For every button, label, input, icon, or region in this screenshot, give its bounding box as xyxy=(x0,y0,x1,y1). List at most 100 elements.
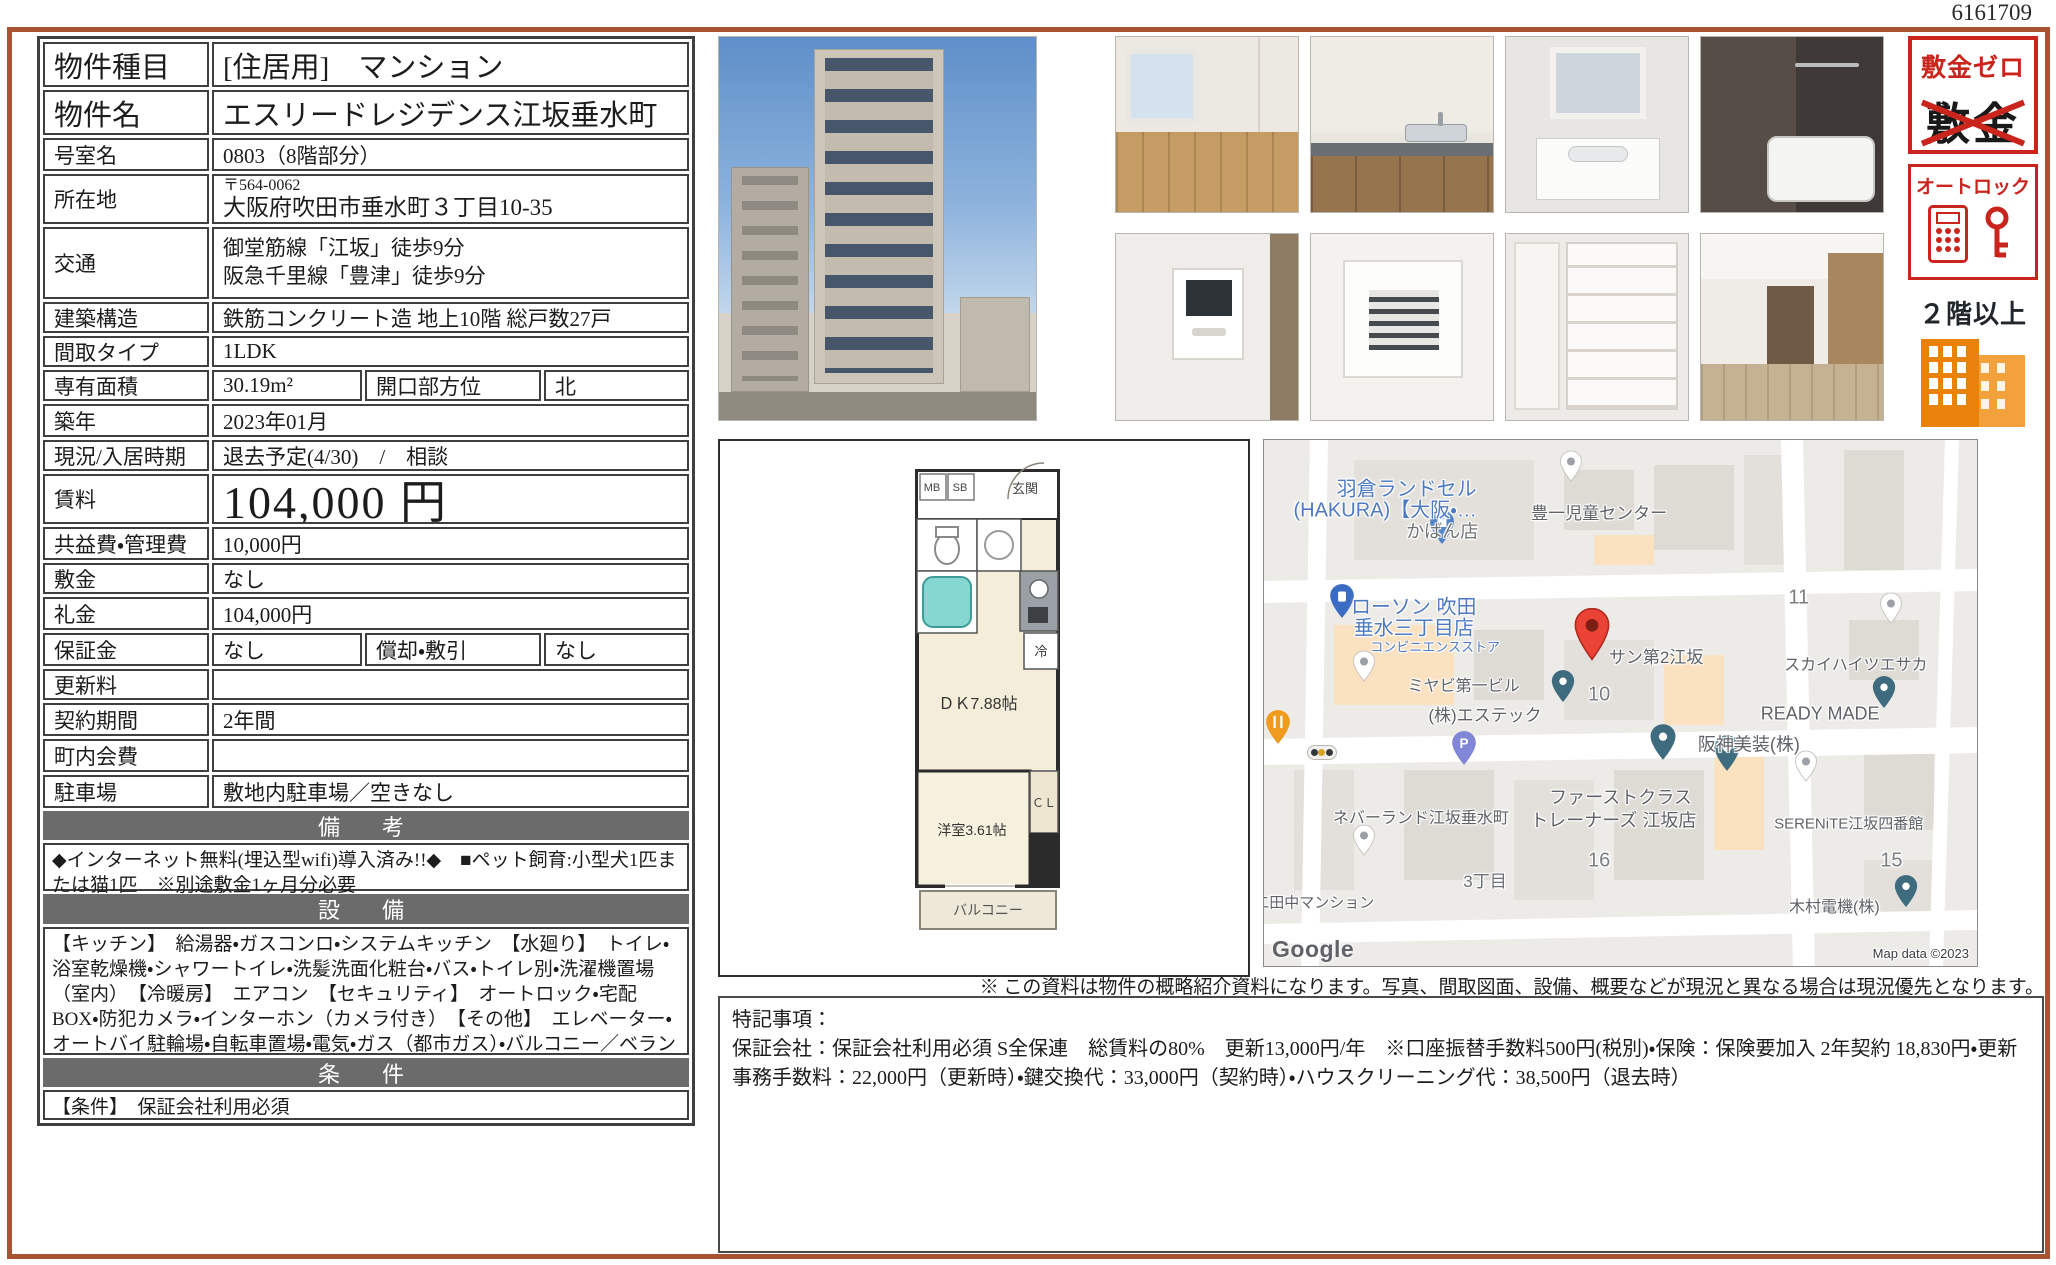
document-number: 6161709 xyxy=(1952,0,2033,26)
badge-autolock: オートロック xyxy=(1908,164,2038,280)
row-renewal-label: 更新料 xyxy=(43,669,209,700)
key-icon xyxy=(1976,205,2018,263)
map-label-lawson2: 垂水三丁目店 xyxy=(1354,618,1474,641)
access-line-1: 御堂筋線「江坂」徒歩9分 xyxy=(223,234,465,262)
map-label-ready-made: READY MADE xyxy=(1761,703,1880,724)
table-row: 更新料 xyxy=(43,669,689,700)
table-row: 共益費・管理費 10,000円 xyxy=(43,527,689,560)
special-notes-heading: 特記事項： xyxy=(732,1006,2030,1035)
map-label-san2: サン第2江坂 xyxy=(1609,649,1703,669)
map-label-serenite: SERENiTE江坂四番館 xyxy=(1774,815,1923,832)
business-pin xyxy=(1893,874,1919,913)
map-label-estech: (株)エステック xyxy=(1428,706,1541,726)
table-row: 賃料 104,000 円 xyxy=(43,474,689,524)
row-room-label: 号室名 xyxy=(43,138,209,171)
photo-hallway xyxy=(1700,233,1884,421)
svg-text:SB: SB xyxy=(953,482,968,494)
row-address-value: 〒564-0062 大阪府吹田市垂水町３丁目10-35 xyxy=(212,174,689,224)
photo-intercom-monitor xyxy=(1115,233,1299,421)
row-renewal-value xyxy=(212,669,689,700)
equipment-text: 【キッチン】 給湯器・ガスコンロ・システムキッチン 【水廻り】 トイレ・浴室乾燥… xyxy=(43,927,689,1055)
row-status-label: 現況/入居時期 xyxy=(43,440,209,471)
property-location-marker xyxy=(1573,607,1611,666)
table-row: 間取タイプ 1LDK xyxy=(43,336,689,367)
map-label-hakura: 羽倉ランドセル xyxy=(1337,478,1477,501)
row-rent-value: 104,000 円 xyxy=(212,474,689,524)
row-fees-value: 10,000円 xyxy=(212,527,689,560)
intercom-panel-icon xyxy=(1928,205,1968,263)
row-structure-label: 建築構造 xyxy=(43,302,209,333)
poi-pin xyxy=(1879,592,1903,629)
row-parking-label: 駐車場 xyxy=(43,775,209,808)
row-deposit-value: なし xyxy=(212,563,689,594)
map-label-hakura2: (HAKURA)【大阪・… xyxy=(1293,500,1476,523)
building-right xyxy=(960,297,1030,392)
disclaimer-note: ※ この資料は物件の概略紹介資料になります。写真、間取図面、設備、概要などが現況… xyxy=(718,972,2044,999)
location-map: P 羽倉ランドセル (HAKURA)【大阪・… かばん店 豊一児童センター 11… xyxy=(1263,439,1978,967)
map-block-number: 11 xyxy=(1788,586,1809,609)
row-address-label: 所在地 xyxy=(43,174,209,224)
table-row: 築年 2023年01月 xyxy=(43,404,689,437)
map-label-firstclass2: トレーナーズ 江坂店 xyxy=(1530,811,1696,832)
map-attribution: Map data ©2023 xyxy=(1873,947,1969,962)
map-label-kimura: 木村電機(株) xyxy=(1789,899,1880,917)
photo-washbasin xyxy=(1505,36,1689,213)
row-contract-label: 契約期間 xyxy=(43,703,209,736)
photo-building-exterior xyxy=(718,36,1037,421)
table-row: 物件名 エスリードレジデンス江坂垂水町 xyxy=(43,90,689,135)
table-row: 保証金 なし 償却・敷引 なし xyxy=(43,633,689,666)
map-label-chome: 3丁目 xyxy=(1463,872,1506,892)
row-structure-value: 鉄筋コンクリート造 地上10階 総戸数27戸 xyxy=(212,302,689,333)
photo-grid xyxy=(1115,36,1887,421)
conditions-header: 条 件 xyxy=(43,1058,689,1087)
street-ground xyxy=(719,392,1036,420)
map-label-lawson3: コンビニエンスストア xyxy=(1370,640,1500,655)
row-rent-label: 賃料 xyxy=(43,474,209,524)
table-row: 礼金 104,000円 xyxy=(43,597,689,630)
google-logo: Google xyxy=(1272,936,1354,962)
map-label-sky-heights: スカイハイツエサカ xyxy=(1784,657,1927,675)
equipment-header: 設 備 xyxy=(43,894,689,924)
row-area-value: 30.19m² xyxy=(212,370,362,401)
photo-kitchen xyxy=(1310,36,1494,213)
row-type-label: 物件種目 xyxy=(43,42,209,87)
table-row: 物件種目 [住居用] マンション xyxy=(43,42,689,87)
special-notes-body: 保証会社：保証会社利用必須 S全保連 総賃料の80% 更新13,000円/年 ※… xyxy=(732,1035,2030,1093)
photo-shoe-cabinet xyxy=(1505,233,1689,421)
map-label-lawson1: ローソン 吹田 xyxy=(1351,597,1477,620)
map-label-hanshin: 阪神美装(株) xyxy=(1698,735,1800,756)
remarks-text: ◆インターネット無料(埋込型wifi)導入済み!!◆ ■ペット飼育:小型犬1匹ま… xyxy=(43,843,689,891)
row-built-label: 築年 xyxy=(43,404,209,437)
poi-pin xyxy=(1794,750,1818,787)
row-direction-value: 北 xyxy=(544,370,689,401)
row-layout-value: 1LDK xyxy=(212,336,689,367)
table-row: 現況/入居時期 退去予定(4/30) / 相談 xyxy=(43,440,689,471)
table-row: 敷金 なし xyxy=(43,563,689,594)
row-status-value: 退去予定(4/30) / 相談 xyxy=(212,440,689,471)
address-text: 大阪府吹田市垂水町３丁目10-35 xyxy=(223,195,553,221)
building-icon xyxy=(1913,335,2033,427)
table-row: 町内会費 xyxy=(43,739,689,772)
row-area-label: 専有面積 xyxy=(43,370,209,401)
table-row: 専有面積 30.19m² 開口部方位 北 xyxy=(43,370,689,401)
building-side xyxy=(731,167,809,392)
map-label-jido-center: 豊一児童センター xyxy=(1531,504,1667,524)
row-keymoney-label: 礼金 xyxy=(43,597,209,630)
row-direction-label: 開口部方位 xyxy=(365,370,541,401)
photo-bath-dryer-unit xyxy=(1310,233,1494,421)
business-pin xyxy=(1550,669,1576,708)
poi-pin xyxy=(1352,824,1376,861)
poi-pin xyxy=(1559,450,1583,487)
postal-code: 〒564-0062 xyxy=(223,177,300,195)
row-layout-label: 間取タイプ xyxy=(43,336,209,367)
row-fees-label: 共益費・管理費 xyxy=(43,527,209,560)
access-line-2: 阪急千里線「豊津」徒歩9分 xyxy=(223,262,486,290)
remarks-header: 備 考 xyxy=(43,811,689,840)
restaurant-pin xyxy=(1264,709,1292,750)
row-amortization-value: なし xyxy=(544,633,689,666)
map-label-neverland: ネバーランド江坂垂水町 xyxy=(1333,810,1509,828)
property-flyer: 6161709 物件種目 [住居用] マンション 物件名 エスリードレジデンス江… xyxy=(0,0,2056,1265)
building-main xyxy=(814,49,944,384)
traffic-light-icon xyxy=(1307,745,1337,760)
row-chonaikai-value xyxy=(212,739,689,772)
